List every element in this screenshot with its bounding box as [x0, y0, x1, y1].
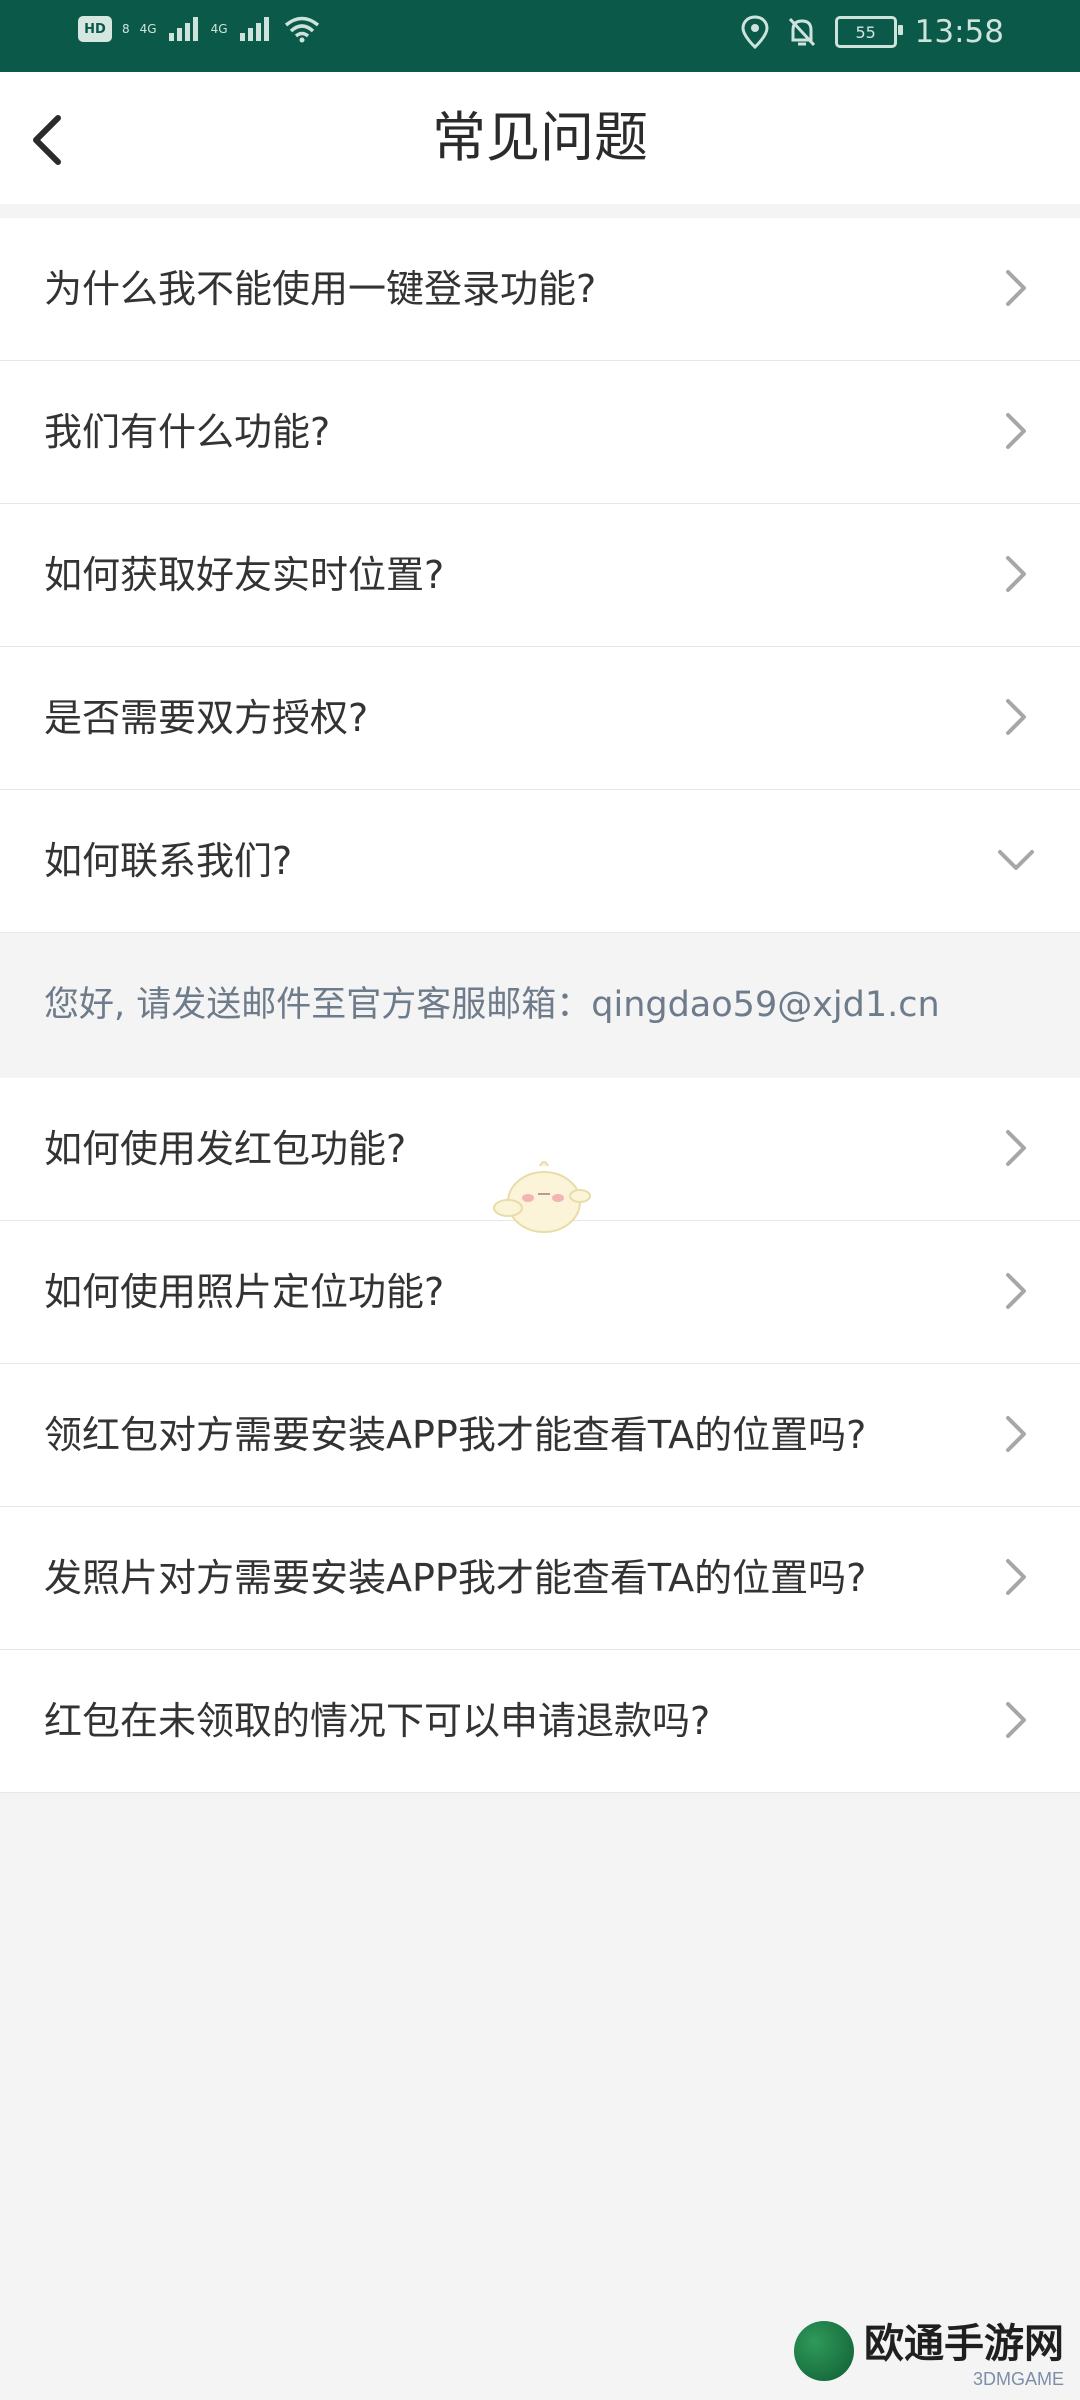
page-title: 常见问题	[432, 106, 648, 169]
faq-question: 为什么我不能使用一键登录功能?	[44, 267, 597, 311]
mute-bell-icon	[788, 17, 815, 47]
faq-item[interactable]: 领红包对方需要安装APP我才能查看TA的位置吗?	[0, 1364, 1080, 1507]
faq-answer: 您好, 请发送邮件至官方客服邮箱：qingdao59@xjd1.cn	[0, 933, 1080, 1078]
location-icon	[741, 15, 769, 49]
faq-item[interactable]: 为什么我不能使用一键登录功能?	[0, 218, 1080, 361]
status-right: 55 13:58	[741, 14, 1004, 50]
watermark-sub: 3DMGAME	[972, 2369, 1064, 2389]
watermark: 欧通手游网 3DMGAME	[794, 2311, 1064, 2390]
network-label-2: 4G	[210, 22, 228, 36]
faq-question: 如何联系我们?	[44, 839, 293, 883]
faq-question: 发照片对方需要安装APP我才能查看TA的位置吗?	[44, 1556, 867, 1600]
faq-question: 如何使用照片定位功能?	[44, 1270, 445, 1314]
chevron-right-icon	[1006, 413, 1026, 449]
faq-list: 为什么我不能使用一键登录功能? 我们有什么功能? 如何获取好友实时位置? 是否需…	[0, 218, 1080, 1793]
faq-item[interactable]: 是否需要双方授权?	[0, 647, 1080, 790]
faq-answer-text: 您好, 请发送邮件至官方客服邮箱：qingdao59@xjd1.cn	[44, 985, 940, 1025]
watermark-logo-icon	[794, 2320, 854, 2381]
chevron-right-icon	[1006, 1416, 1026, 1452]
network-label-1: 4G	[139, 22, 157, 36]
hd-label: HD	[84, 21, 106, 37]
clock: 13:58	[914, 14, 1004, 50]
faq-question: 红包在未领取的情况下可以申请退款吗?	[44, 1699, 711, 1743]
faq-item[interactable]: 发照片对方需要安装APP我才能查看TA的位置吗?	[0, 1507, 1080, 1650]
faq-item[interactable]: 我们有什么功能?	[0, 361, 1080, 504]
faq-question: 我们有什么功能?	[44, 410, 331, 454]
battery-icon: 55	[834, 16, 903, 48]
faq-question: 如何获取好友实时位置?	[44, 553, 445, 597]
faq-question: 如何使用发红包功能?	[44, 1127, 407, 1171]
signal-icon-2	[239, 17, 269, 41]
chevron-right-icon	[1006, 270, 1026, 306]
chevron-down-icon	[998, 850, 1034, 870]
faq-question: 是否需要双方授权?	[44, 696, 369, 740]
nav-bar: 常见问题	[0, 72, 1080, 204]
floating-mascot-icon[interactable]	[486, 1150, 596, 1240]
chevron-right-icon	[1006, 1130, 1026, 1166]
chevron-right-icon	[1006, 556, 1026, 592]
chevron-right-icon	[1006, 699, 1026, 735]
status-left: HD 8 4G 4G	[78, 14, 322, 44]
faq-question: 领红包对方需要安装APP我才能查看TA的位置吗?	[44, 1413, 867, 1457]
status-bar: HD 8 4G 4G 55 13:58	[0, 0, 1080, 72]
battery-level: 55	[855, 22, 876, 42]
faq-item[interactable]: 如何获取好友实时位置?	[0, 504, 1080, 647]
chevron-right-icon	[1006, 1273, 1026, 1309]
hd-badge: HD	[78, 16, 112, 42]
faq-item-expanded[interactable]: 如何联系我们?	[0, 790, 1080, 933]
faq-item[interactable]: 如何使用照片定位功能?	[0, 1221, 1080, 1364]
signal-icon	[168, 17, 198, 41]
watermark-texts: 欧通手游网 3DMGAME	[864, 2311, 1064, 2390]
faq-item[interactable]: 红包在未领取的情况下可以申请退款吗?	[0, 1650, 1080, 1793]
watermark-text: 欧通手游网	[864, 2320, 1064, 2367]
hd-sub-label: 8	[122, 22, 130, 36]
chevron-right-icon	[1006, 1559, 1026, 1595]
chevron-right-icon	[1006, 1702, 1026, 1738]
wifi-icon	[284, 16, 319, 43]
